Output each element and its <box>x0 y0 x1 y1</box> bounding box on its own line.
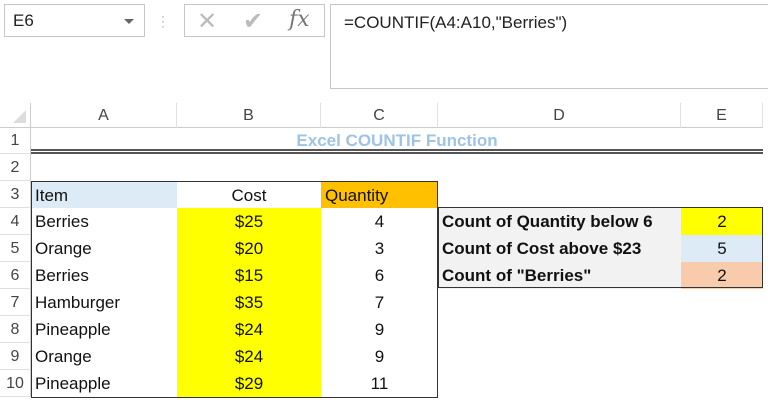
select-all-corner[interactable] <box>0 103 31 128</box>
row-header-10[interactable]: 10 <box>0 370 31 397</box>
cell-item[interactable]: Berries <box>31 262 177 289</box>
row-header-4[interactable]: 4 <box>0 208 31 235</box>
cell-item[interactable]: Orange <box>31 235 177 262</box>
cell-item[interactable]: Orange <box>31 343 177 370</box>
cell-cost[interactable]: $24 <box>177 343 321 370</box>
cell-cost[interactable]: $29 <box>177 370 321 397</box>
row-header-8[interactable]: 8 <box>0 316 31 343</box>
row-header-9[interactable]: 9 <box>0 343 31 370</box>
summary-label[interactable]: Count of "Berries" <box>438 262 681 289</box>
chevron-down-icon[interactable] <box>124 19 134 24</box>
cell-cost[interactable]: $15 <box>177 262 321 289</box>
cell-cost[interactable]: $25 <box>177 208 321 235</box>
header-cost[interactable]: Cost <box>177 181 321 208</box>
cell-quantity[interactable]: 9 <box>321 316 438 343</box>
cell-item[interactable]: Berries <box>31 208 177 235</box>
row-header-6[interactable]: 6 <box>0 262 31 289</box>
column-header-c[interactable]: C <box>321 103 438 128</box>
summary-label[interactable]: Count of Cost above $23 <box>438 235 681 262</box>
cell-quantity[interactable]: 11 <box>321 370 438 397</box>
summary-value[interactable]: 2 <box>681 208 763 235</box>
cell-quantity[interactable]: 4 <box>321 208 438 235</box>
formula-bar-input[interactable]: =COUNTIF(A4:A10,"Berries") <box>330 4 768 89</box>
cancel-icon[interactable]: ✕ <box>197 7 217 36</box>
column-header-b[interactable]: B <box>177 103 321 128</box>
cell-item[interactable]: Hamburger <box>31 289 177 316</box>
cell-item[interactable]: Pineapple <box>31 370 177 397</box>
summary-label[interactable]: Count of Quantity below 6 <box>438 208 681 235</box>
formula-text: =COUNTIF(A4:A10,"Berries") <box>344 13 568 32</box>
cell-cost[interactable]: $35 <box>177 289 321 316</box>
cell-quantity[interactable]: 3 <box>321 235 438 262</box>
insert-function-icon[interactable]: fx <box>289 7 310 32</box>
name-box[interactable]: E6 <box>4 4 145 37</box>
row-header-5[interactable]: 5 <box>0 235 31 262</box>
cell-item[interactable]: Pineapple <box>31 316 177 343</box>
column-header-e[interactable]: E <box>681 103 763 128</box>
name-box-value: E6 <box>13 11 34 30</box>
row-header-7[interactable]: 7 <box>0 289 31 316</box>
formula-buttons: ✕ ✔ fx <box>184 4 325 37</box>
cell-cost[interactable]: $24 <box>177 316 321 343</box>
header-quantity[interactable]: Quantity <box>321 181 438 208</box>
drag-handle-icon[interactable]: · · · <box>161 10 165 32</box>
header-item[interactable]: Item <box>31 181 177 208</box>
column-header-d[interactable]: D <box>438 103 681 128</box>
row-header-3[interactable]: 3 <box>0 181 31 208</box>
column-header-a[interactable]: A <box>31 103 177 128</box>
row-header-2[interactable]: 2 <box>0 154 31 181</box>
cell-quantity[interactable]: 7 <box>321 289 438 316</box>
enter-check-icon[interactable]: ✔ <box>243 7 263 36</box>
cell-quantity[interactable]: 9 <box>321 343 438 370</box>
summary-value[interactable]: 5 <box>681 235 763 262</box>
summary-value[interactable]: 2 <box>681 262 763 289</box>
double-border-divider <box>31 149 763 154</box>
row-header-1[interactable]: 1 <box>0 128 31 154</box>
cell-cost[interactable]: $20 <box>177 235 321 262</box>
cell-quantity[interactable]: 6 <box>321 262 438 289</box>
